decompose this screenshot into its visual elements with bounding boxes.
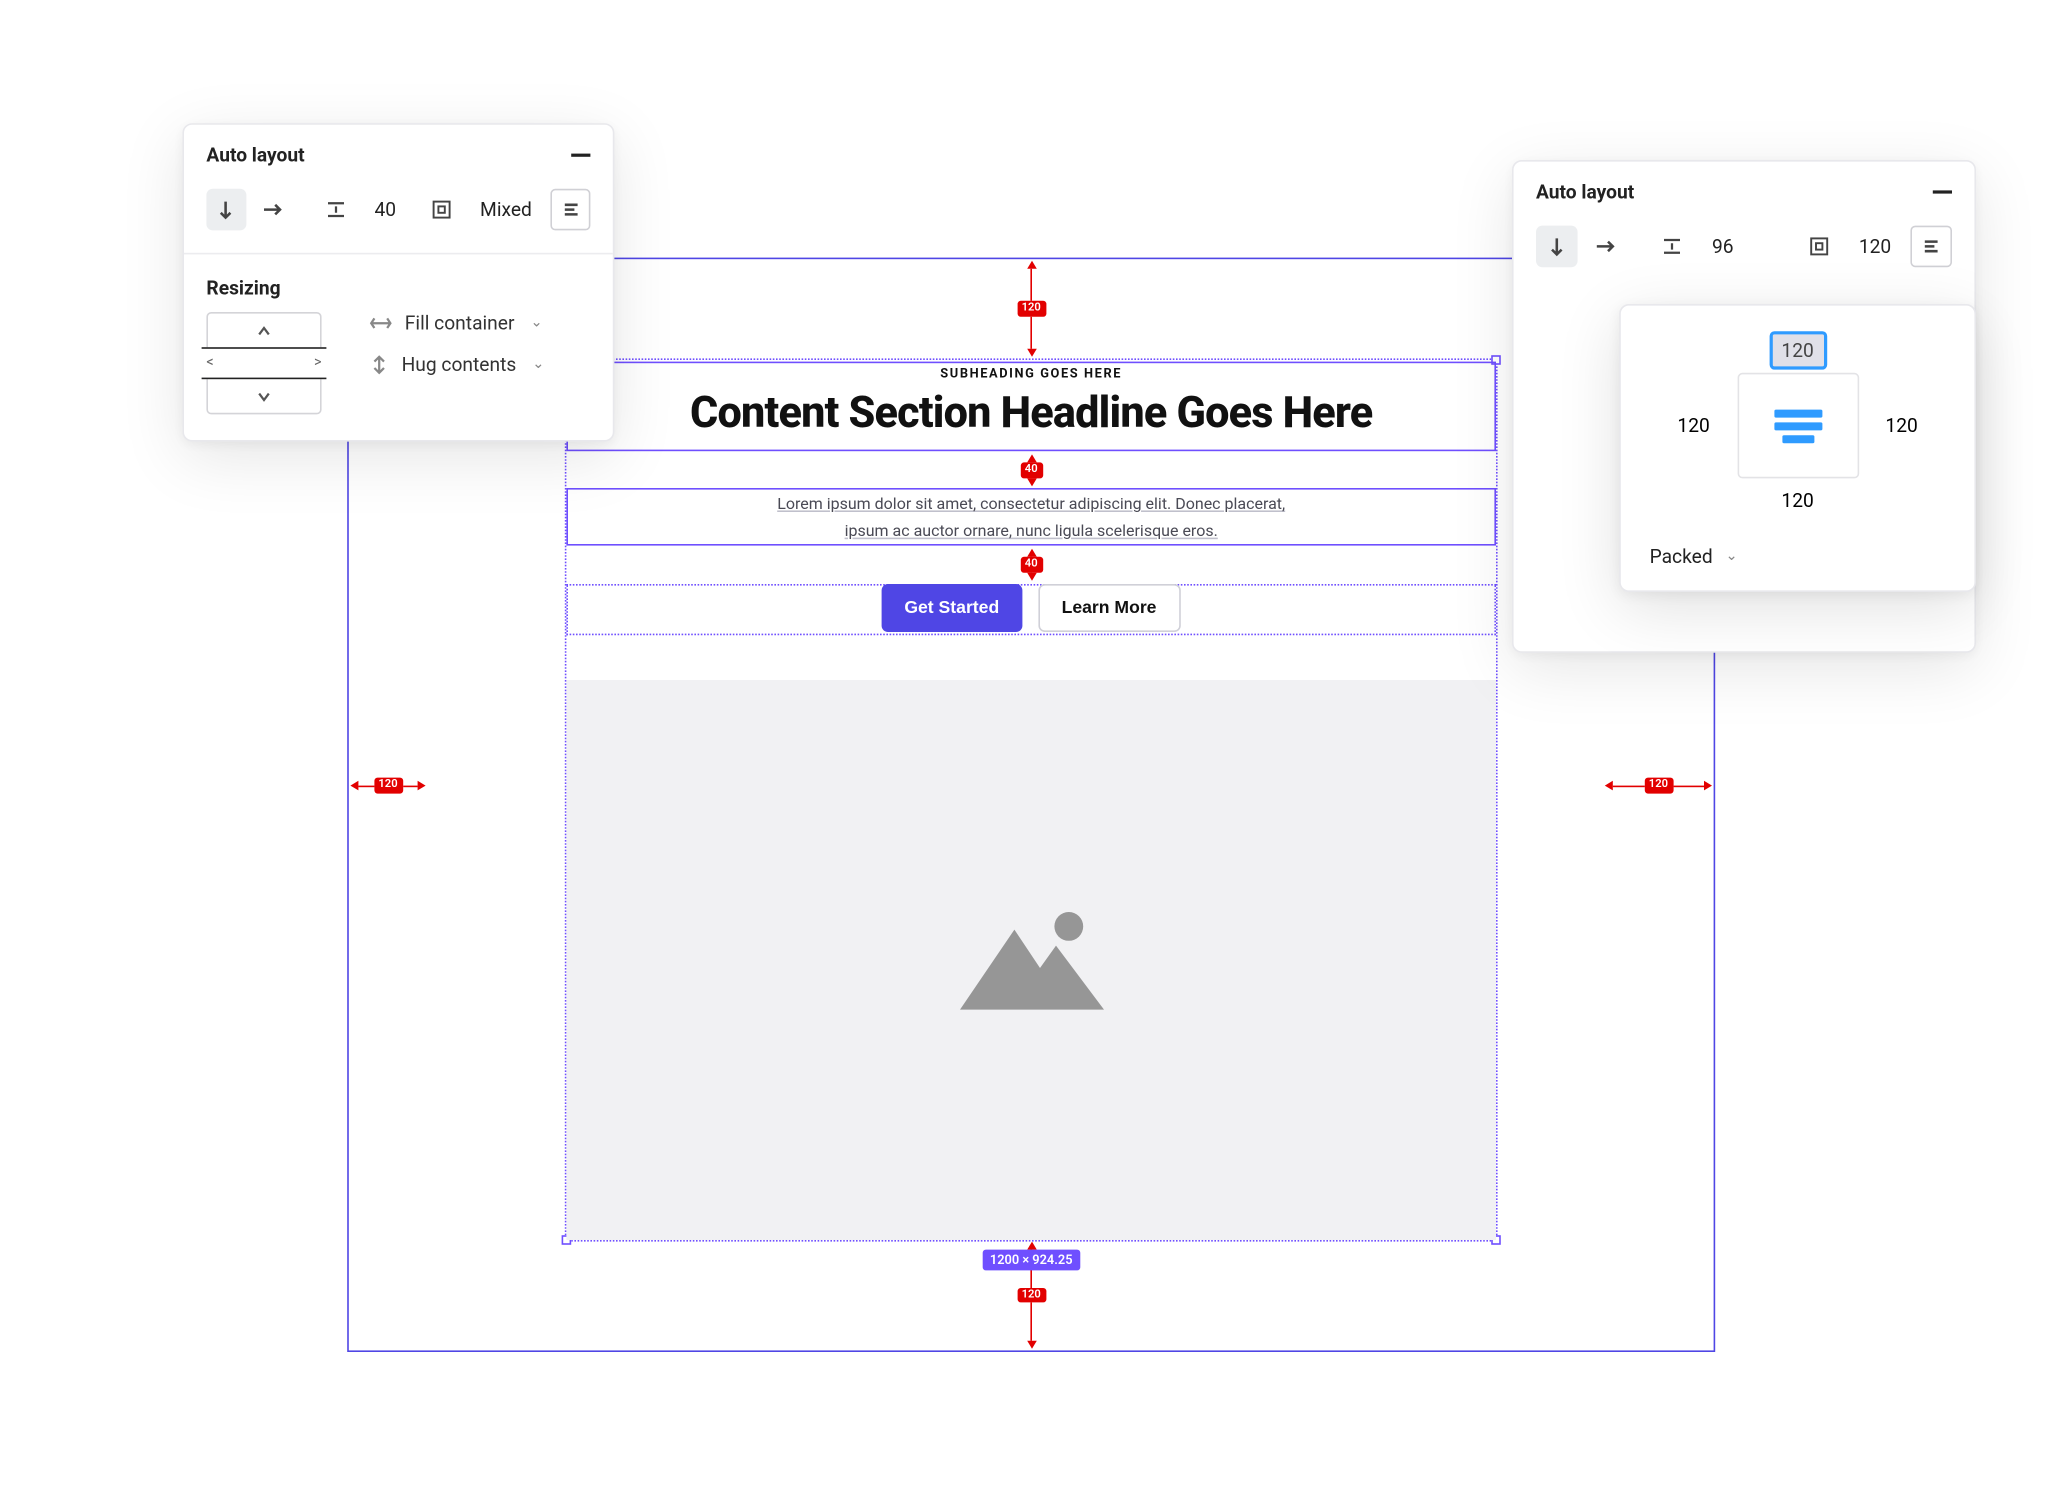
content-section-frame[interactable]: SUBHEADING GOES HERE Content Section Hea…: [565, 358, 1498, 1241]
body-text-line2: ipsum ac auctor ornare, nunc ligula scel…: [845, 518, 1218, 545]
image-icon: [943, 904, 1119, 1016]
gap-value[interactable]: 96: [1699, 235, 1746, 257]
secondary-button[interactable]: Learn More: [1038, 584, 1181, 632]
alignment-button[interactable]: [551, 189, 590, 231]
padding-annotation-top: 120: [1020, 261, 1042, 357]
padding-annotation-left: 120: [350, 774, 425, 796]
padding-annotation-right: 120: [1605, 774, 1712, 796]
gap-icon: [316, 189, 355, 231]
collapse-icon[interactable]: [571, 154, 590, 157]
headline-text: Content Section Headline Goes Here: [690, 387, 1372, 438]
resizing-title: Resizing: [184, 254, 613, 312]
padding-icon: [1798, 226, 1840, 268]
gap-annotation-2: 40: [1020, 547, 1042, 582]
auto-layout-panel-primary[interactable]: Auto layout 40 Mixed Resizing <>: [182, 123, 614, 441]
primary-button[interactable]: Get Started: [882, 584, 1022, 632]
resize-widget[interactable]: <>: [206, 312, 321, 414]
gap-annotation-1: 40: [1020, 453, 1042, 488]
direction-vertical-button[interactable]: [1536, 226, 1578, 268]
subheading-text: SUBHEADING GOES HERE: [940, 366, 1122, 380]
distribution-dropdown[interactable]: Packed ⌄: [1650, 546, 1946, 568]
heading-group: SUBHEADING GOES HERE Content Section Hea…: [566, 366, 1496, 438]
horizontal-resize-label: Fill container: [405, 312, 515, 334]
button-row: Get Started Learn More: [566, 584, 1496, 632]
padding-value[interactable]: Mixed: [467, 198, 544, 220]
direction-horizontal-button[interactable]: [252, 189, 291, 231]
image-placeholder[interactable]: [566, 680, 1496, 1240]
body-text-group: Lorem ipsum dolor sit amet, consectetur …: [566, 491, 1496, 545]
chevron-down-icon: ⌄: [530, 315, 542, 331]
padding-value[interactable]: 120: [1846, 235, 1904, 257]
collapse-icon[interactable]: [1933, 190, 1952, 193]
padding-popover[interactable]: 120 120 120 120 Packed ⌄: [1619, 304, 1976, 592]
vertical-resize-dropdown[interactable]: Hug contents ⌄: [370, 354, 545, 376]
direction-horizontal-button[interactable]: [1584, 226, 1626, 268]
padding-left-value[interactable]: 120: [1677, 414, 1709, 436]
panel-title: Auto layout: [206, 144, 304, 166]
direction-vertical-button[interactable]: [206, 189, 245, 231]
horizontal-resize-dropdown[interactable]: Fill container ⌄: [370, 312, 545, 334]
selection-size-badge: 1200 × 924.25: [982, 1250, 1081, 1271]
padding-icon: [422, 189, 461, 231]
gap-value[interactable]: 40: [362, 198, 409, 220]
body-text-line1: Lorem ipsum dolor sit amet, consectetur …: [777, 491, 1285, 518]
vertical-resize-label: Hug contents: [402, 354, 517, 376]
alignment-grid[interactable]: [1737, 373, 1859, 479]
padding-right-value[interactable]: 120: [1885, 414, 1917, 436]
panel-title: Auto layout: [1536, 181, 1634, 203]
distribution-label: Packed: [1650, 546, 1713, 568]
alignment-button[interactable]: [1910, 226, 1952, 268]
chevron-down-icon: ⌄: [1725, 549, 1737, 565]
padding-bottom-value[interactable]: 120: [1781, 490, 1813, 512]
chevron-down-icon: ⌄: [532, 357, 544, 373]
gap-icon: [1651, 226, 1693, 268]
padding-top-input[interactable]: 120: [1769, 331, 1827, 369]
